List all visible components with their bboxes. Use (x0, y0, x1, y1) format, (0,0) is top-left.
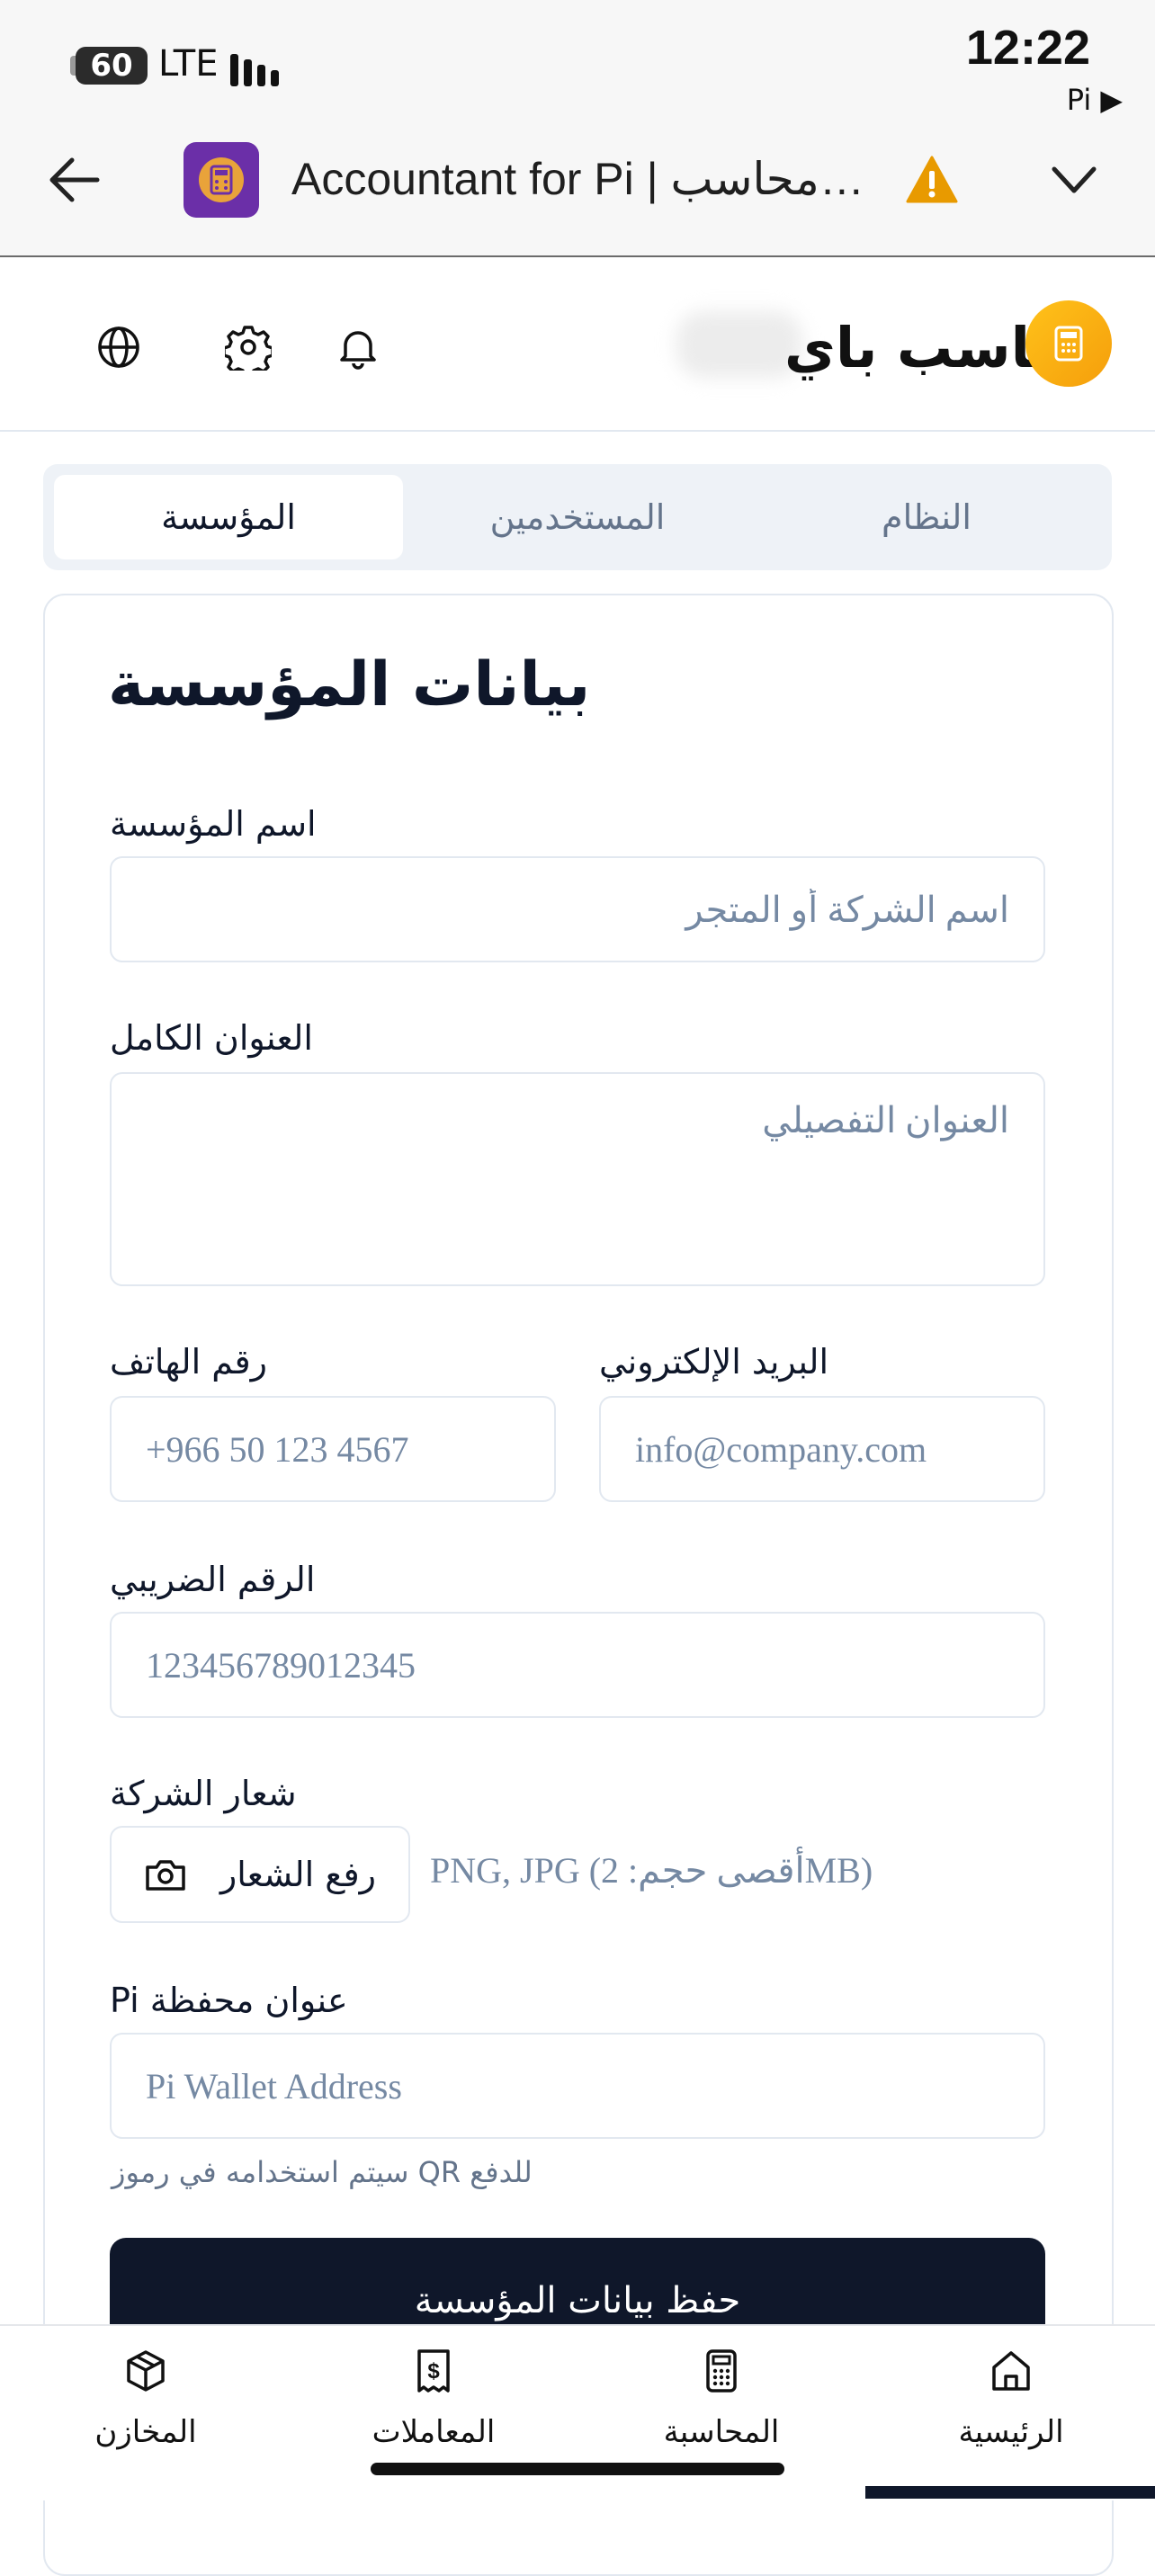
nav-label-accounting: المحاسبة (663, 2414, 780, 2450)
globe-icon[interactable] (95, 324, 142, 371)
tab-system[interactable]: النظام (752, 475, 1101, 559)
wallet-helper-text: سيتم استخدامه في رموز QR للدفع (112, 2155, 533, 2189)
home-indicator (371, 2463, 784, 2475)
upload-logo-button[interactable]: رفع الشعار (110, 1826, 410, 1923)
clock: 12:22 (965, 21, 1090, 75)
svg-text:$: $ (427, 2359, 440, 2384)
bell-icon[interactable] (335, 324, 381, 371)
nav-label-transactions: المعاملات (372, 2414, 496, 2450)
wallet-label: عنوان محفظة Pi (110, 1981, 348, 2020)
upload-size-hint: PNG, JPG (أقصى حجم: 2MB) (430, 1850, 873, 1891)
signal-icon (230, 47, 279, 86)
tab-users[interactable]: المستخدمين (403, 475, 752, 559)
nav-label-warehouses: المخازن (94, 2414, 197, 2450)
gear-icon[interactable] (225, 324, 272, 371)
active-nav-underline (865, 2486, 1155, 2499)
tab-organization[interactable]: المؤسسة (54, 475, 403, 559)
upload-logo-label: رفع الشعار (219, 1855, 376, 1894)
back-arrow-icon[interactable] (45, 153, 103, 207)
chevron-down-icon[interactable] (1049, 162, 1099, 198)
org-name-input[interactable] (110, 856, 1045, 962)
email-label: البريد الإلكتروني (599, 1342, 828, 1382)
brand-logo (1025, 300, 1112, 387)
app-icon (184, 142, 259, 218)
box-icon (127, 2350, 165, 2392)
tax-number-label: الرقم الضريبي (110, 1560, 316, 1599)
settings-tabs: المؤسسة المستخدمين النظام (43, 464, 1112, 570)
blurred-region (676, 311, 802, 378)
email-input[interactable] (599, 1396, 1045, 1502)
nav-item-accounting[interactable]: المحاسبة (622, 2339, 820, 2464)
logo-label: شعار الشركة (110, 1774, 297, 1813)
nav-item-transactions[interactable]: $ المعاملات (335, 2339, 533, 2464)
address-label: العنوان الكامل (110, 1018, 313, 1058)
network-type: LTE (158, 43, 219, 85)
pi-indicator: Pi ▶ (1066, 83, 1123, 117)
battery-indicator: 60 (76, 47, 148, 85)
org-name-label: اسم المؤسسة (110, 804, 317, 844)
warning-icon[interactable] (905, 155, 959, 205)
calculator-icon (1054, 326, 1083, 362)
calculator-icon (706, 2349, 737, 2393)
browser-page-title: Accountant for Pi | محاسب… (291, 154, 864, 204)
home-icon (992, 2351, 1030, 2391)
wallet-address-input[interactable] (110, 2033, 1045, 2139)
calculator-coin-icon (199, 157, 244, 202)
nav-label-home: الرئيسية (958, 2414, 1064, 2450)
camera-icon (146, 1860, 185, 1891)
phone-label: رقم الهاتف (110, 1342, 268, 1382)
card-title: بيانات المؤسسة (108, 649, 591, 720)
receipt-icon: $ (417, 2349, 450, 2393)
phone-input[interactable] (110, 1396, 556, 1502)
address-textarea[interactable] (110, 1072, 1045, 1286)
tax-number-input[interactable] (110, 1612, 1045, 1718)
nav-item-home[interactable]: الرئيسية (912, 2339, 1110, 2464)
nav-item-warehouses[interactable]: المخازن (47, 2339, 245, 2464)
